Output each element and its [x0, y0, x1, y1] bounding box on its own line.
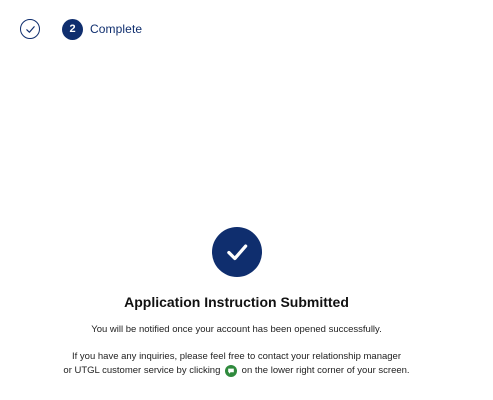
step-2-label: Complete	[90, 22, 143, 36]
inquiry-line-1: If you have any inquiries, please feel f…	[72, 351, 401, 362]
checkmark-circle-icon	[212, 227, 262, 277]
inquiry-line-2-before: or UTGL customer service by clicking	[63, 365, 221, 376]
progress-stepper: 2 Complete	[20, 18, 142, 40]
inquiry-line-2: or UTGL customer service by clicking on …	[20, 364, 453, 378]
page-title: Application Instruction Submitted	[124, 294, 349, 310]
check-icon	[25, 25, 35, 33]
step-1-completed	[20, 19, 40, 39]
step-2-number: 2	[62, 18, 83, 40]
notification-message: You will be notified once your account h…	[91, 324, 382, 335]
inquiry-line-2-after: on the lower right corner of your screen…	[241, 365, 410, 376]
inquiry-message: If you have any inquiries, please feel f…	[20, 350, 453, 378]
chat-icon[interactable]	[225, 365, 238, 377]
